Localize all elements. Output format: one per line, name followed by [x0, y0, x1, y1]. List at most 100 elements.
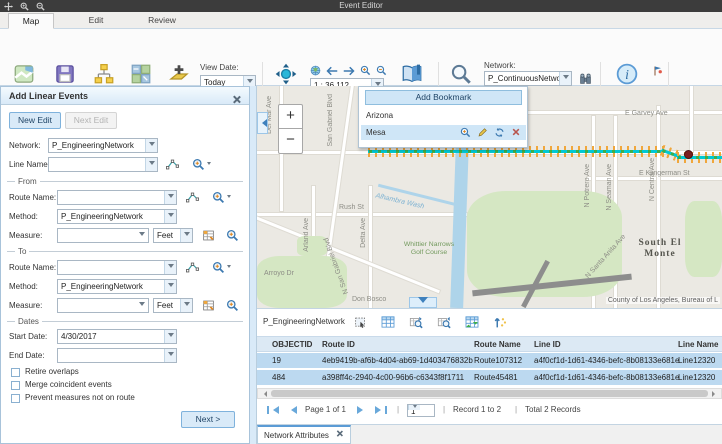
- search-route-icon[interactable]: [209, 260, 233, 275]
- map-zoom-out-button[interactable]: −: [278, 129, 303, 154]
- line-name-combo[interactable]: [48, 157, 158, 172]
- end-date-combo[interactable]: [57, 348, 177, 363]
- separator: |: [443, 403, 445, 417]
- cell-route-id: a398ff4c-2940-4c00-96b6-c6343f8f1711: [322, 370, 464, 386]
- from-method-combo[interactable]: P_EngineeringNetwork: [57, 209, 177, 224]
- dropdown-arrow-icon[interactable]: [180, 229, 192, 242]
- dropdown-arrow-icon[interactable]: [145, 139, 157, 152]
- scrollbar-thumb[interactable]: [271, 390, 708, 397]
- column-header-route-id[interactable]: Route ID: [322, 337, 355, 353]
- prevent-measures-label: Prevent measures not on route: [25, 393, 135, 402]
- tab-edit[interactable]: Edit: [76, 13, 116, 29]
- select-route-on-map-icon[interactable]: [185, 260, 200, 275]
- dropdown-arrow-icon[interactable]: [136, 229, 148, 242]
- find-route-icon: [444, 62, 478, 86]
- next-page-button[interactable]: [357, 406, 367, 414]
- method-label: Method:: [9, 282, 38, 291]
- table-row[interactable]: 19 4eb9419b-af6b-4d04-ab69-1d403476832b …: [257, 353, 722, 369]
- first-page-button[interactable]: [267, 406, 279, 414]
- to-measure-combo[interactable]: [57, 298, 149, 313]
- pan-to-selection-icon[interactable]: [436, 314, 452, 330]
- from-unit-combo[interactable]: Feet: [153, 228, 193, 243]
- zoom-to-measure-icon[interactable]: [225, 228, 240, 243]
- tab-map[interactable]: Map: [8, 13, 54, 29]
- delete-bookmark-icon[interactable]: [510, 126, 522, 138]
- network-combo[interactable]: P_EngineeringNetwork: [48, 138, 158, 153]
- table-icon[interactable]: [380, 314, 396, 330]
- scroll-left-icon[interactable]: [261, 391, 267, 397]
- scroll-right-icon[interactable]: [712, 391, 718, 397]
- zoom-to-selection-icon[interactable]: [408, 314, 424, 330]
- dropdown-arrow-icon[interactable]: [164, 261, 176, 274]
- sort-icon[interactable]: [492, 314, 508, 330]
- network-combo[interactable]: P_ContinuousNetwork: [484, 71, 572, 86]
- bookmark-item-mesa[interactable]: Mesa: [361, 125, 526, 140]
- tab-network-attributes[interactable]: Network Attributes: [257, 425, 351, 444]
- table-splitter-button[interactable]: [409, 297, 437, 308]
- column-header-line-id[interactable]: Line ID: [534, 337, 561, 353]
- to-route-name-combo[interactable]: [57, 260, 177, 275]
- measure-label: Measure:: [9, 231, 42, 240]
- dropdown-arrow-icon[interactable]: [164, 191, 176, 204]
- from-route-name-combo[interactable]: [57, 190, 177, 205]
- dropdown-arrow-icon[interactable]: [164, 330, 176, 343]
- cell-objectid: 484: [272, 370, 285, 386]
- new-edit-button[interactable]: New Edit: [9, 112, 61, 129]
- dropdown-arrow-icon[interactable]: [164, 349, 176, 362]
- close-icon[interactable]: [335, 428, 344, 443]
- close-icon[interactable]: [232, 91, 241, 109]
- measure-grid-icon[interactable]: [201, 228, 216, 243]
- start-date-combo[interactable]: 4/30/2017: [57, 329, 177, 344]
- flag-icon[interactable]: [650, 63, 665, 78]
- select-route-on-map-icon[interactable]: [185, 190, 200, 205]
- collapse-panel-button[interactable]: [257, 112, 268, 134]
- route-point-marker[interactable]: [684, 150, 693, 159]
- to-unit-combo[interactable]: Feet: [153, 298, 193, 313]
- dropdown-arrow-icon[interactable]: [145, 158, 157, 171]
- street-label: N Seaman Ave: [606, 164, 613, 211]
- road: [690, 86, 693, 152]
- retire-overlaps-checkbox[interactable]: [11, 368, 20, 377]
- measure-grid-icon[interactable]: [201, 298, 216, 313]
- next-edit-button[interactable]: Next Edit: [65, 112, 117, 129]
- page-number-combo[interactable]: 1: [407, 404, 435, 417]
- from-measure-combo[interactable]: [57, 228, 149, 243]
- to-method-combo[interactable]: P_EngineeringNetwork: [57, 279, 177, 294]
- zoom-to-measure-icon[interactable]: [225, 298, 240, 313]
- prevent-measures-checkbox[interactable]: [11, 394, 20, 403]
- map-zoom-in-button[interactable]: +: [278, 104, 303, 129]
- dropdown-arrow-icon[interactable]: [136, 299, 148, 312]
- refresh-table-icon[interactable]: [464, 314, 480, 330]
- street-label: N Potrero Ave: [584, 164, 591, 207]
- dropdown-arrow-icon[interactable]: [164, 210, 176, 223]
- table-row[interactable]: 484 a398ff4c-2940-4c00-96b6-c6343f8f1711…: [257, 370, 722, 386]
- dropdown-arrow-icon[interactable]: [408, 405, 420, 410]
- zoom-to-bookmark-icon[interactable]: [459, 126, 471, 138]
- search-route-icon[interactable]: [209, 190, 233, 205]
- selection-icon[interactable]: [352, 314, 368, 330]
- line-name-label: Line Name:: [9, 160, 50, 169]
- merge-coincident-checkbox[interactable]: [11, 381, 20, 390]
- dropdown-arrow-icon[interactable]: [559, 72, 571, 85]
- bookmark-item-arizona[interactable]: Arizona: [361, 108, 526, 123]
- edit-bookmark-icon[interactable]: [476, 126, 488, 138]
- column-header-route-name[interactable]: Route Name: [474, 337, 521, 353]
- column-header-objectid[interactable]: OBJECTID: [272, 337, 312, 353]
- binoculars-icon[interactable]: [578, 71, 593, 86]
- road: [257, 213, 467, 216]
- add-bookmark-button[interactable]: Add Bookmark: [365, 90, 522, 105]
- last-page-button[interactable]: [375, 406, 387, 414]
- refresh-bookmark-icon[interactable]: [493, 126, 505, 138]
- dropdown-arrow-icon[interactable]: [180, 299, 192, 312]
- previous-page-button[interactable]: [287, 406, 297, 414]
- panel-splitter[interactable]: [250, 86, 257, 444]
- tab-review[interactable]: Review: [138, 13, 186, 29]
- column-header-line-name[interactable]: Line Name: [678, 337, 718, 353]
- search-line-icon[interactable]: [189, 157, 213, 172]
- street-label: Arland Ave: [303, 218, 310, 252]
- select-line-on-map-icon[interactable]: [165, 157, 180, 172]
- table-header-row: OBJECTID Route ID Route Name Line ID Lin…: [257, 336, 722, 352]
- horizontal-scrollbar[interactable]: [257, 388, 722, 399]
- dropdown-arrow-icon[interactable]: [164, 280, 176, 293]
- next-button[interactable]: Next >: [181, 411, 235, 428]
